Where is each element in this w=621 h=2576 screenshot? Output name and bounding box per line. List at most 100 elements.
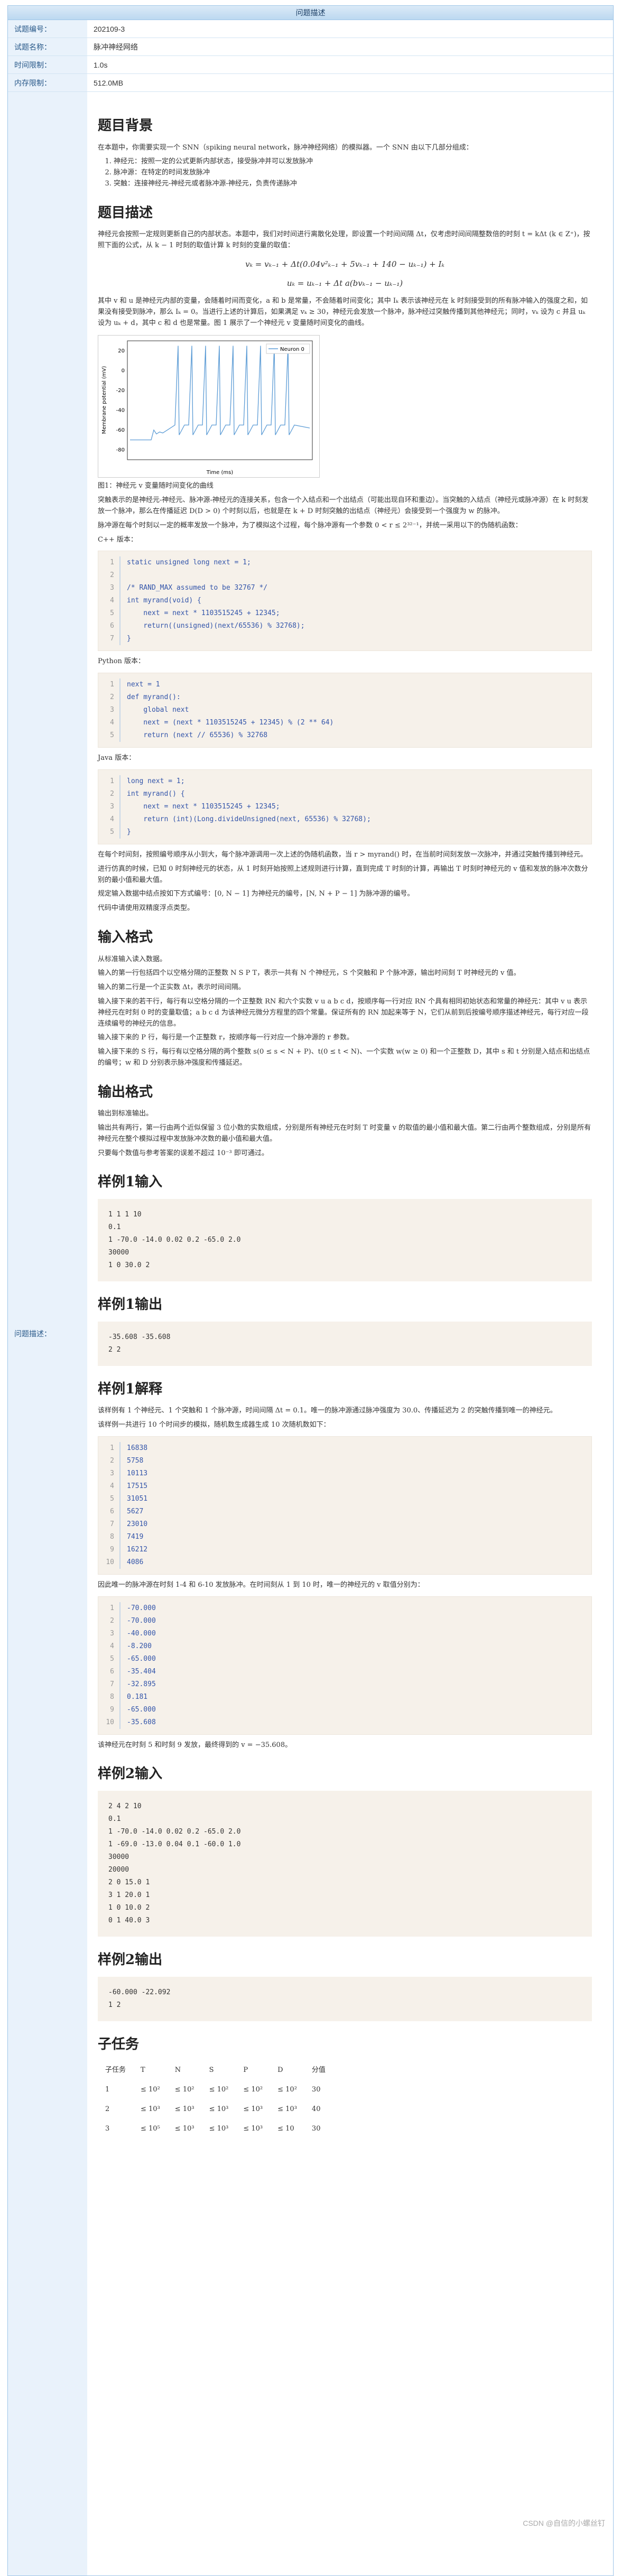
code-line: 4 17515 — [98, 1480, 591, 1493]
code-text: -40.000 — [127, 1629, 156, 1638]
line-number: 4 — [110, 1482, 114, 1490]
code-text: -65.000 — [127, 1654, 156, 1663]
line-number: 1 — [110, 559, 114, 567]
description-content: 题目背景 在本题中，你需要实现一个 SNN（spiking neural net… — [87, 92, 613, 2575]
line-number: 3 — [110, 802, 114, 811]
line-number: 4 — [110, 1642, 114, 1650]
column-header: N — [174, 2066, 181, 2075]
table-row: 2 ≤ 10³ ≤ 10³ ≤ 10³ ≤ 10³ ≤ 10³ 40 — [98, 2100, 333, 2119]
code-line: 4 int myrand(void) { — [98, 594, 591, 608]
meta-label: 试题编号： — [8, 20, 87, 38]
code-line: 2 def myrand(): — [98, 691, 591, 704]
code-text: -8.200 — [127, 1642, 152, 1650]
table-cell: ≤ 10² — [209, 2086, 229, 2094]
code-text: 10113 — [127, 1469, 148, 1477]
description-row: 问题描述： 题目背景 在本题中，你需要实现一个 SNN（spiking neur… — [8, 92, 613, 2575]
paragraph: 只要每个数值与参考答案的误差不超过 10⁻³ 即可通过。 — [98, 1149, 268, 1157]
code-text: -70.000 — [127, 1616, 156, 1625]
line-number: 5 — [110, 827, 114, 836]
code-line: 1 static unsigned long next = 1; — [98, 556, 591, 570]
table-row: 1 ≤ 10² ≤ 10² ≤ 10² ≤ 10² ≤ 10² 30 — [98, 2080, 333, 2100]
line-number: 5 — [110, 731, 114, 740]
paragraph: 在本题中，你需要实现一个 SNN（spiking neural network，… — [98, 143, 473, 152]
line-number: 4 — [110, 815, 114, 823]
column-header: S — [209, 2066, 214, 2075]
column-header: T — [141, 2066, 145, 2075]
paragraph: C++ 版本： — [98, 535, 137, 544]
paragraph: 脉冲源在每个时刻以一定的概率发放一个脉冲，为了模拟这个过程，每个脉冲源有一个参数… — [98, 521, 522, 529]
sample-output-2: -60.000 -22.092 1 2 — [98, 1976, 592, 2021]
paragraph: 输入的第二行是一个正实数 Δt，表示时间间隔。 — [98, 983, 245, 992]
paragraph: 该样例有 1 个神经元、1 个突触和 1 个脉冲源，时间间隔 Δt = 0.1。… — [98, 1407, 557, 1415]
code-line: 6 -35.404 — [98, 1665, 591, 1678]
list-item: 突触：连接神经元-神经元或者脉冲源-神经元，负责传递脉冲 — [114, 179, 592, 190]
sample-input-2: 2 4 2 10 0.1 1 -70.0 -14.0 0.02 0.2 -65.… — [98, 1791, 592, 1937]
code-line: 3 next = next * 1103515245 + 12345; — [98, 800, 591, 813]
code-text: 16212 — [127, 1545, 148, 1554]
section-heading: 题目描述 — [98, 204, 153, 221]
code-line: 5 next = next * 1103515245 + 12345; — [98, 607, 591, 620]
code-text: 16838 — [127, 1444, 148, 1452]
section-heading: 样例2输出 — [98, 1952, 163, 1968]
paragraph: Java 版本： — [98, 754, 136, 762]
code-line: 2 int myrand() { — [98, 787, 591, 801]
x-axis-label: Time (ms) — [206, 470, 234, 476]
table-cell: 2 — [105, 2105, 110, 2113]
table-cell: ≤ 10³ — [209, 2105, 229, 2113]
code-line: 2 — [98, 569, 591, 582]
line-number: 8 — [110, 1692, 114, 1701]
line-number: 9 — [110, 1705, 114, 1714]
column-header: 子任务 — [105, 2066, 126, 2075]
table-cell: ≤ 10² — [174, 2086, 194, 2094]
line-number: 2 — [110, 789, 114, 798]
y-tick-label: -40 — [116, 408, 125, 414]
paragraph: Python 版本： — [98, 657, 145, 666]
meta-row-name: 试题名称： 脉冲神经网络 — [8, 38, 613, 56]
line-number: 1 — [110, 681, 114, 689]
code-line: 7} — [98, 633, 591, 646]
membrane-chart: 20 0 -20 -40 -60 -80 Neuron 0 Time (ms) Membr… — [98, 335, 320, 478]
line-number: 4 — [110, 597, 114, 605]
code-text: -70.000 — [127, 1604, 156, 1612]
paragraph: 其中 v 和 u 是神经元内部的变量，会随着时间而变化，a 和 b 是常量，不会… — [98, 296, 588, 327]
column-header: 分值 — [311, 2066, 326, 2075]
meta-value: 1.0s — [94, 60, 108, 69]
table-cell: ≤ 10⁵ — [141, 2124, 160, 2133]
code-text: long next = 1; — [127, 777, 185, 785]
formula: vₖ = vₖ₋₁ + Δt(0.04v²ₖ₋₁ + 5vₖ₋₁ + 140 −… — [245, 259, 444, 269]
code-line: 6 5627 — [98, 1505, 591, 1518]
meta-value: 202109-3 — [94, 24, 125, 33]
line-number: 2 — [110, 1616, 114, 1625]
table-cell: ≤ 10³ — [174, 2105, 194, 2113]
table-cell: ≤ 10² — [277, 2086, 297, 2094]
code-text: 4086 — [127, 1558, 144, 1566]
y-axis-label: Membrane potential (mV) — [101, 366, 107, 434]
line-number: 2 — [110, 571, 114, 580]
table-cell: 40 — [311, 2105, 321, 2113]
code-line: 5 31051 — [98, 1492, 591, 1505]
section-heading: 题目背景 — [98, 118, 153, 134]
paragraph: 输入的第一行包括四个以空格分隔的正整数 N S P T，表示一共有 N 个神经元… — [98, 969, 521, 978]
code-line: 4 next = (next * 1103515245 + 12345) % (… — [98, 717, 591, 730]
meta-value: 512.0MB — [94, 78, 124, 87]
line-number: 5 — [110, 609, 114, 618]
code-text: return (next // 65536) % 32768 — [127, 731, 268, 740]
code-line: 8 7419 — [98, 1530, 591, 1543]
paragraph: 从标准输入读入数据。 — [98, 955, 167, 963]
meta-row-time: 时间限制： 1.0s — [8, 56, 613, 74]
code-text: 0.181 — [127, 1692, 148, 1701]
code-line: 8 0.181 — [98, 1690, 591, 1704]
code-text: 5627 — [127, 1507, 144, 1515]
component-list: 神经元：按照一定的公式更新内部状态，接受脉冲并可以发放脉冲 脉冲源：在特定的时间… — [114, 156, 592, 189]
line-number: 10 — [106, 1558, 114, 1566]
paragraph: 代码中请使用双精度浮点类型。 — [98, 904, 194, 913]
code-line: 4 return (int)(Long.divideUnsigned(next,… — [98, 813, 591, 826]
line-number: 8 — [110, 1532, 114, 1541]
code-text: 7419 — [127, 1532, 144, 1541]
line-number: 3 — [110, 706, 114, 714]
code-text: return((unsigned)(next/65536) % 32768); — [127, 622, 305, 630]
line-number: 6 — [110, 1507, 114, 1515]
code-text: } — [127, 827, 131, 836]
line-number: 5 — [110, 1654, 114, 1663]
figure-caption: 图1：神经元 v 变量随时间变化的曲线 — [98, 482, 214, 490]
